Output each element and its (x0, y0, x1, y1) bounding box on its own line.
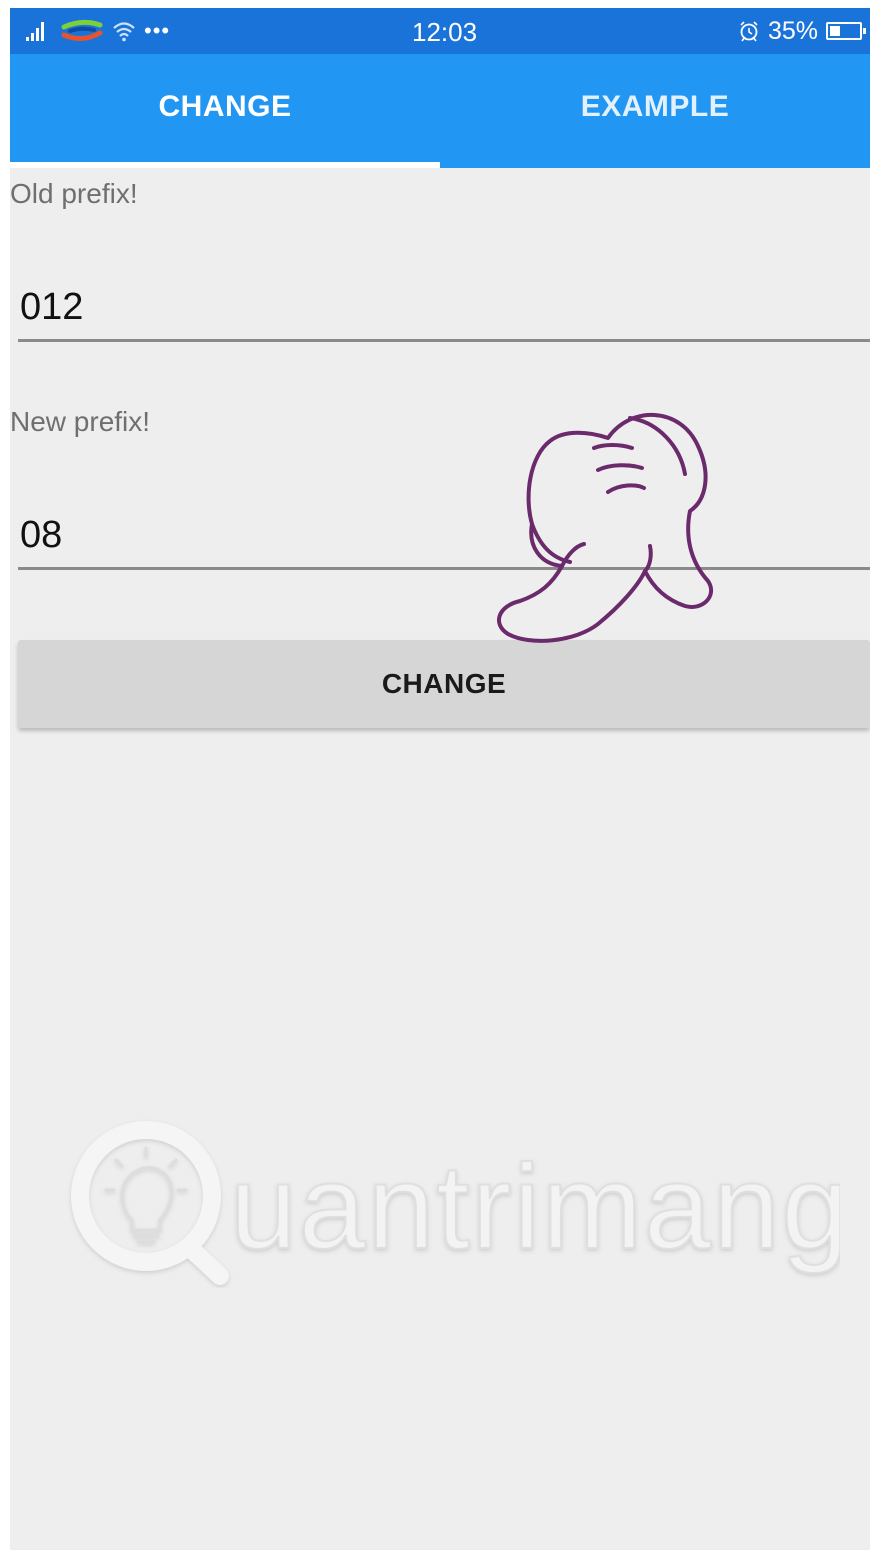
battery-fill (830, 26, 840, 36)
new-prefix-input[interactable] (18, 510, 870, 570)
battery-percent: 35% (767, 16, 818, 45)
status-right-group: 35% (738, 16, 866, 46)
tab-example-label: EXAMPLE (580, 90, 730, 123)
old-prefix-label: Old prefix! (10, 178, 138, 209)
status-time: 12:03 (412, 17, 478, 47)
tab-active-indicator (10, 162, 440, 168)
tab-change[interactable]: CHANGE (10, 54, 440, 168)
app-screen: ••• 12:03 35% CHANGE EXAMPLE Old prefix! (10, 8, 870, 1550)
watermark-logo: uantrimang (71, 1121, 840, 1285)
carrier-logo-icon (61, 19, 103, 41)
status-left-group: ••• (24, 16, 170, 46)
battery-icon (826, 22, 866, 40)
signal-icon (26, 22, 44, 41)
tab-bar: CHANGE EXAMPLE (10, 54, 870, 168)
more-icon: ••• (144, 18, 171, 43)
new-prefix-label: New prefix! (10, 406, 151, 437)
tab-change-label: CHANGE (158, 90, 292, 123)
watermark-text: uantrimang (230, 1140, 840, 1274)
change-button[interactable]: CHANGE (18, 640, 870, 728)
status-bar: ••• 12:03 35% (10, 8, 870, 54)
old-prefix-input[interactable] (18, 282, 870, 342)
wifi-icon (113, 22, 135, 42)
alarm-icon (740, 21, 758, 42)
tab-example[interactable]: EXAMPLE (440, 54, 870, 168)
